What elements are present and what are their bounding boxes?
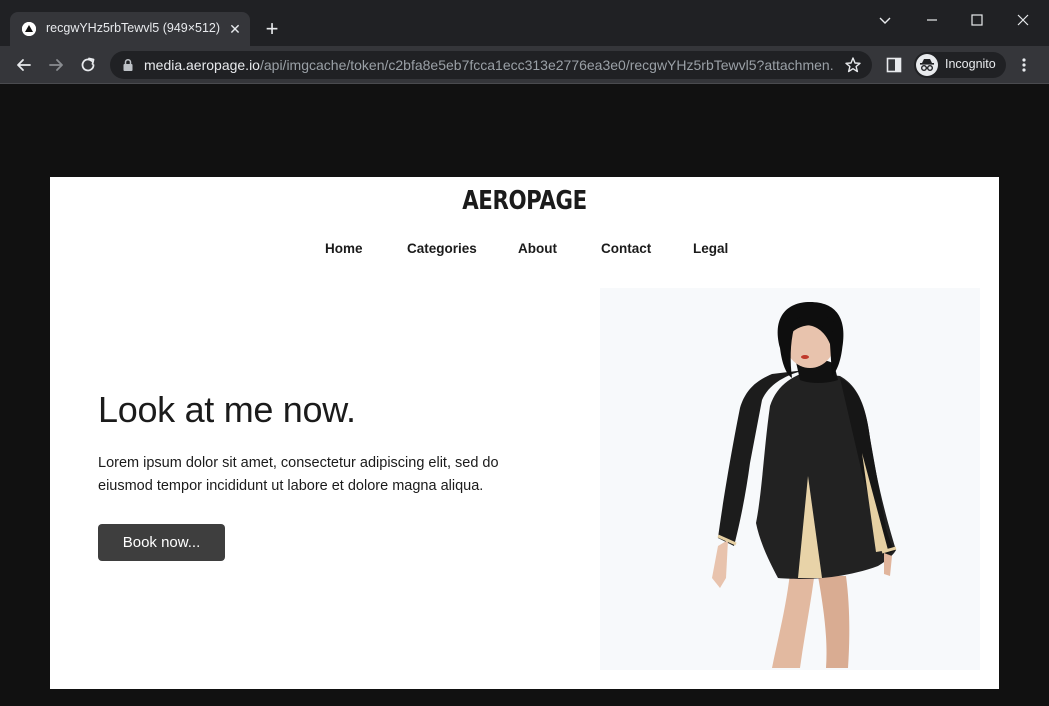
nav-link-about[interactable]: About (518, 241, 557, 256)
url-text[interactable]: media.aeropage.io/api/imgcache/token/c2b… (144, 57, 834, 73)
main-nav: Home Categories About Contact Legal (50, 241, 999, 261)
hero-description: Lorem ipsum dolor sit amet, consectetur … (98, 455, 499, 494)
more-menu-icon[interactable] (1016, 56, 1032, 74)
close-window-icon[interactable] (1013, 10, 1033, 30)
lock-icon[interactable] (122, 58, 134, 72)
tab-title: recgwYHz5rbTewvl5 (949×512) (46, 21, 221, 35)
page-viewport: AEROPAGE Home Categories About Contact L… (0, 84, 1049, 706)
hero-title: Look at me now. (98, 389, 356, 430)
reload-icon[interactable] (78, 55, 98, 75)
nav-link-home[interactable]: Home (325, 241, 363, 256)
tab-close-icon[interactable]: ✕ (226, 20, 244, 38)
url-host: media.aeropage.io (144, 57, 260, 73)
incognito-icon (916, 54, 938, 76)
browser-tab[interactable]: recgwYHz5rbTewvl5 (949×512) ✕ (10, 12, 250, 46)
incognito-label: Incognito (945, 57, 996, 71)
bookmark-star-icon[interactable] (844, 56, 862, 74)
maximize-icon[interactable] (967, 10, 987, 30)
minimize-icon[interactable] (922, 10, 942, 30)
website-page: AEROPAGE Home Categories About Contact L… (50, 177, 999, 689)
back-arrow-icon[interactable] (14, 55, 34, 75)
url-path: /api/imgcache/token/c2bfa8e5eb7fcca1ecc3… (259, 57, 834, 73)
nav-link-contact[interactable]: Contact (601, 241, 651, 256)
hero-model-image (600, 288, 980, 670)
browser-titlebar: recgwYHz5rbTewvl5 (949×512) ✕ + (0, 0, 1049, 46)
favicon-icon (22, 22, 36, 36)
site-logo[interactable]: AEROPAGE (135, 186, 913, 216)
book-now-button[interactable]: Book now... (98, 524, 225, 561)
address-bar[interactable]: media.aeropage.io/api/imgcache/token/c2b… (110, 51, 872, 79)
browser-toolbar: media.aeropage.io/api/imgcache/token/c2b… (0, 46, 1049, 84)
side-panel-icon[interactable] (886, 57, 902, 73)
tab-search-icon[interactable] (875, 10, 895, 30)
incognito-badge[interactable]: Incognito (914, 52, 1006, 78)
nav-link-legal[interactable]: Legal (693, 241, 728, 256)
nav-link-categories[interactable]: Categories (407, 241, 477, 256)
forward-arrow-icon[interactable] (46, 55, 66, 75)
new-tab-button[interactable]: + (262, 18, 282, 40)
